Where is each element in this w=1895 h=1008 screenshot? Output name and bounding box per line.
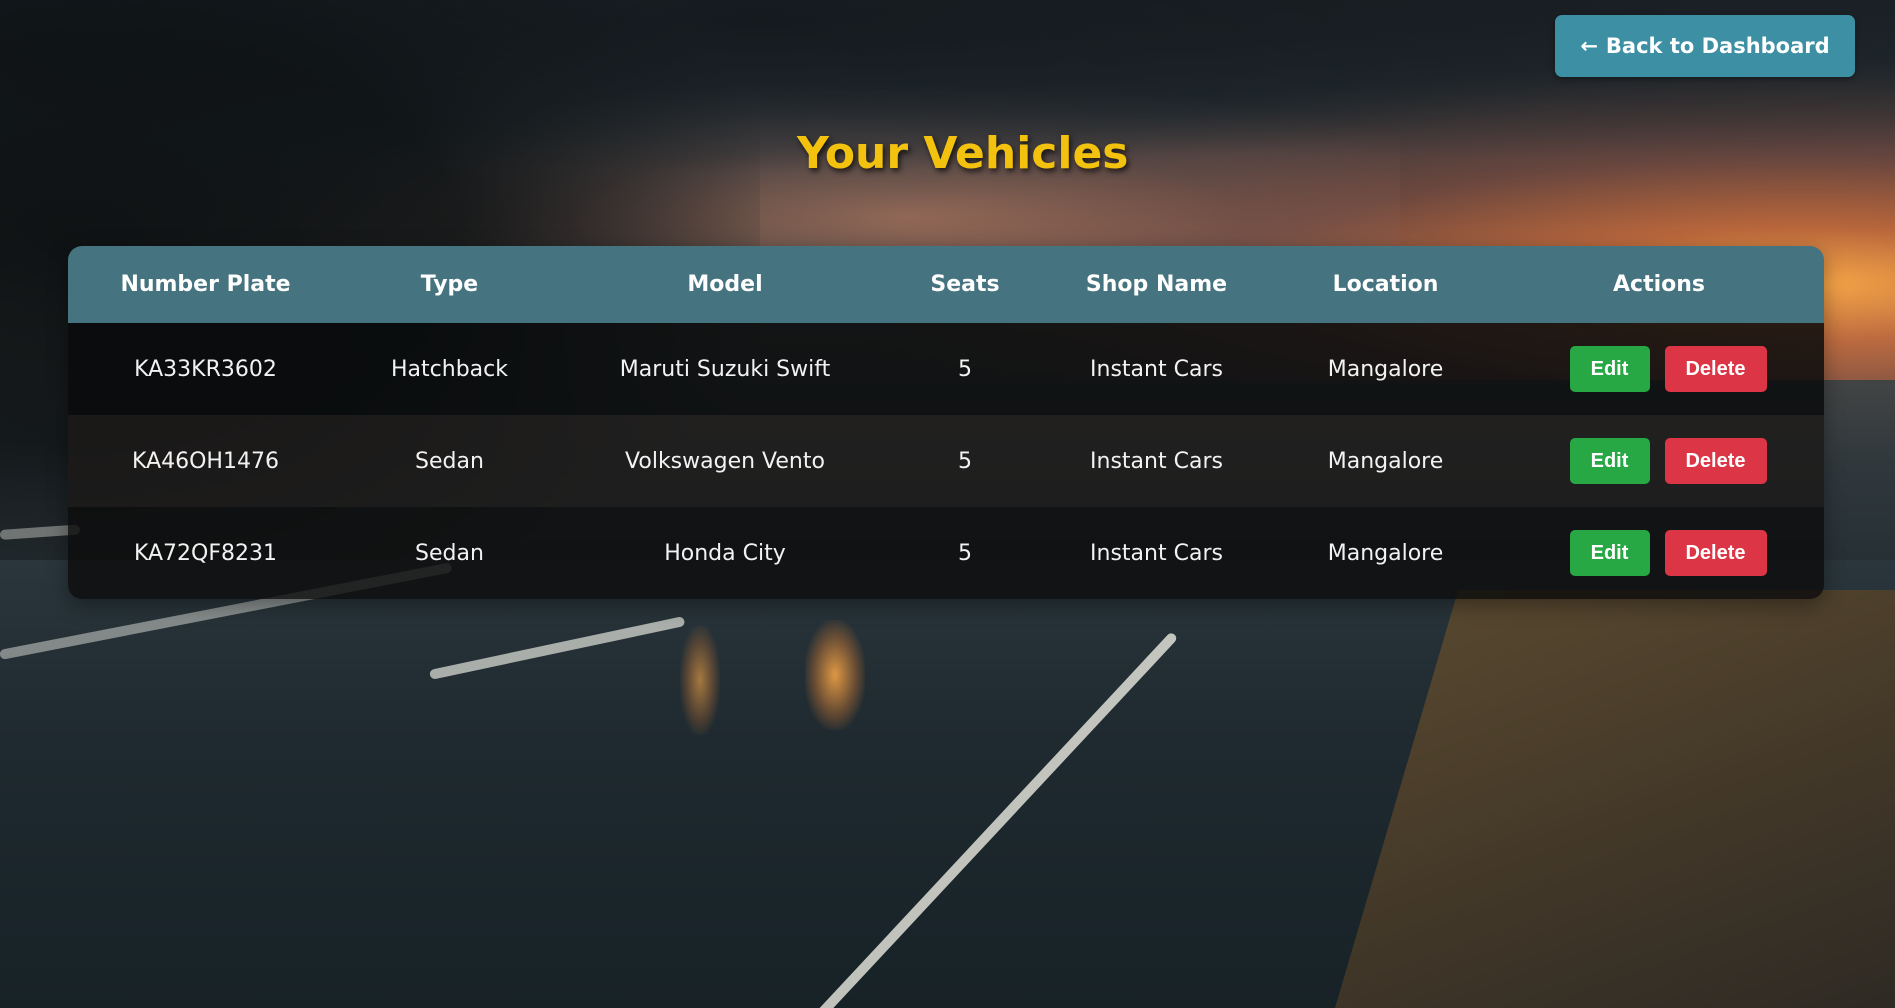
arrow-left-icon: ← bbox=[1580, 34, 1598, 58]
table-row: KA46OH1476 Sedan Volkswagen Vento 5 Inst… bbox=[68, 415, 1824, 507]
column-header-shop-name: Shop Name bbox=[1085, 272, 1228, 297]
cell-shop-name: Instant Cars bbox=[1090, 448, 1223, 474]
cell-seats: 5 bbox=[958, 540, 972, 566]
cell-type: Hatchback bbox=[391, 356, 508, 382]
cell-model: Honda City bbox=[664, 540, 786, 566]
cell-number-plate: KA72QF8231 bbox=[133, 540, 278, 566]
column-header-seats: Seats bbox=[930, 272, 1000, 297]
cell-model: Maruti Suzuki Swift bbox=[619, 356, 831, 382]
column-header-actions: Actions bbox=[1613, 272, 1705, 297]
column-header-location: Location bbox=[1332, 272, 1439, 297]
edit-button[interactable]: Edit bbox=[1569, 530, 1650, 576]
back-button-label: Back to Dashboard bbox=[1605, 34, 1830, 58]
cell-location: Mangalore bbox=[1327, 448, 1444, 474]
page-title: Your Vehicles bbox=[797, 128, 1129, 179]
cell-number-plate: KA46OH1476 bbox=[132, 448, 279, 474]
table-row: KA72QF8231 Sedan Honda City 5 Instant Ca… bbox=[68, 507, 1824, 599]
delete-button[interactable]: Delete bbox=[1664, 530, 1767, 576]
delete-button[interactable]: Delete bbox=[1664, 438, 1767, 484]
edit-button[interactable]: Edit bbox=[1569, 438, 1650, 484]
cell-actions: Edit Delete bbox=[1494, 507, 1824, 599]
column-header-type: Type bbox=[420, 272, 479, 297]
cell-type: Sedan bbox=[415, 540, 484, 566]
back-to-dashboard-button[interactable]: ← Back to Dashboard bbox=[1555, 15, 1855, 77]
cell-seats: 5 bbox=[958, 448, 972, 474]
cell-actions: Edit Delete bbox=[1494, 323, 1824, 415]
table-header-row: Number Plate Type Model Seats Shop Name … bbox=[68, 246, 1824, 323]
cell-number-plate: KA33KR3602 bbox=[134, 356, 277, 382]
cell-actions: Edit Delete bbox=[1494, 415, 1824, 507]
column-header-number-plate: Number Plate bbox=[120, 272, 291, 297]
column-header-model: Model bbox=[687, 272, 763, 297]
table-row: KA33KR3602 Hatchback Maruti Suzuki Swift… bbox=[68, 323, 1824, 415]
cell-shop-name: Instant Cars bbox=[1090, 356, 1223, 382]
vehicles-table: Number Plate Type Model Seats Shop Name … bbox=[68, 246, 1824, 599]
cell-type: Sedan bbox=[415, 448, 484, 474]
cell-model: Volkswagen Vento bbox=[625, 448, 825, 474]
car-light-reflection bbox=[805, 620, 865, 730]
car-light-reflection bbox=[680, 625, 720, 735]
edit-button[interactable]: Edit bbox=[1569, 346, 1650, 392]
delete-button[interactable]: Delete bbox=[1664, 346, 1767, 392]
cell-seats: 5 bbox=[958, 356, 972, 382]
cell-location: Mangalore bbox=[1327, 540, 1444, 566]
cell-shop-name: Instant Cars bbox=[1090, 540, 1223, 566]
cell-location: Mangalore bbox=[1327, 356, 1444, 382]
